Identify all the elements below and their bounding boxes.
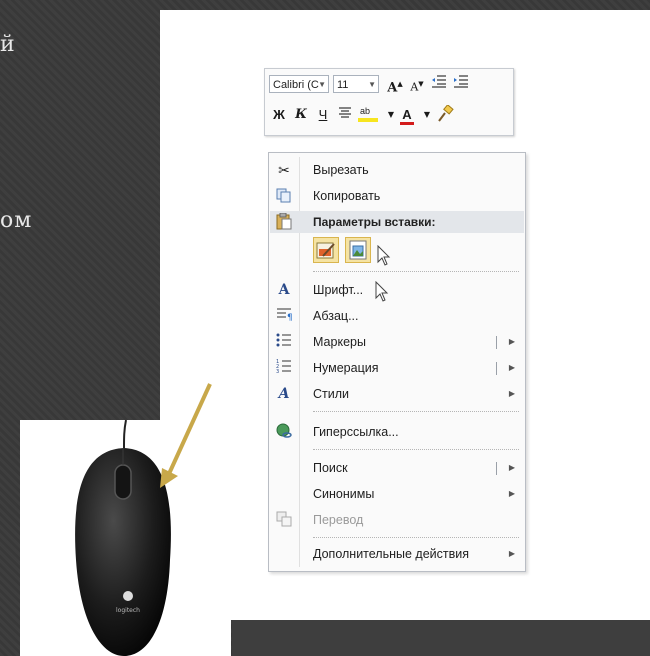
increase-indent-icon	[454, 75, 468, 88]
menu-separator	[313, 537, 519, 538]
font-color-letter: A	[402, 107, 412, 122]
split-divider	[496, 462, 497, 475]
menu-item-cut[interactable]: ✂ Вырезать	[269, 157, 525, 183]
scissors-icon: ✂	[278, 162, 290, 178]
grow-font-icon: A	[387, 80, 398, 96]
menu-item-synonyms[interactable]: Синонимы ▶	[269, 481, 525, 507]
menu-item-styles[interactable]: A Стили ▶	[269, 381, 525, 407]
menu-item-paragraph-label: Абзац...	[313, 309, 359, 323]
submenu-arrow-icon: ▶	[508, 463, 515, 472]
bold-button[interactable]: Ж	[269, 105, 289, 125]
menu-separator	[313, 449, 519, 450]
menu-item-hyperlink-label: Гиперссылка...	[313, 425, 399, 439]
menu-item-styles-label: Стили	[313, 387, 350, 401]
menu-item-font-label: Шрифт...	[313, 283, 364, 297]
highlight-button[interactable]: ab	[357, 105, 381, 125]
font-name-combo[interactable]: Calibri (С ▼	[269, 75, 329, 93]
menu-item-hyperlink[interactable]: Гиперссылка...	[269, 419, 525, 445]
slide-text-fragment-1: й	[0, 32, 16, 57]
align-center-icon	[339, 107, 351, 118]
format-painter-button[interactable]	[435, 104, 455, 125]
menu-item-bullets-label: Маркеры	[313, 335, 366, 349]
menu-item-copy-label: Копировать	[313, 189, 381, 203]
underline-button[interactable]: Ч	[313, 105, 333, 125]
paste-picture-button[interactable]	[345, 237, 371, 263]
menu-item-numbering[interactable]: 123 Нумерация ▶	[269, 355, 525, 381]
increase-indent-button[interactable]	[451, 74, 471, 94]
font-color-button[interactable]: A	[397, 105, 417, 125]
highlighter-icon	[358, 118, 378, 122]
font-color-dropdown-arrow[interactable]: ▼	[417, 105, 437, 125]
menu-item-synonyms-label: Синонимы	[313, 487, 375, 501]
format-painter-icon	[438, 104, 454, 122]
menu-item-search-label: Поиск	[313, 461, 348, 475]
paste-keep-formatting-icon	[316, 242, 335, 259]
chevron-down-icon: ▼	[368, 80, 376, 89]
submenu-arrow-icon: ▶	[508, 549, 515, 558]
menu-item-font[interactable]: A Шрифт...	[269, 277, 525, 303]
arrow-pointer-icon	[160, 383, 212, 488]
italic-button[interactable]: К	[291, 105, 311, 125]
split-divider	[496, 336, 497, 349]
font-name-value: Calibri (С	[273, 79, 319, 91]
menu-item-translate: Перевод	[269, 507, 525, 533]
submenu-arrow-icon: ▶	[508, 337, 515, 346]
menu-item-paragraph[interactable]: ¶ Абзац...	[269, 303, 525, 329]
numbering-icon: 123	[275, 359, 293, 377]
paste-picture-icon	[349, 240, 367, 260]
shrink-font-button[interactable]: A▼	[407, 74, 427, 94]
menu-item-numbering-label: Нумерация	[313, 361, 379, 375]
menu-item-additional-actions[interactable]: Дополнительные действия ▶	[269, 541, 525, 567]
paste-options-header: Параметры вставки:	[270, 211, 524, 233]
decrease-indent-icon	[432, 75, 446, 88]
paragraph-icon: ¶	[275, 307, 293, 325]
menu-item-bullets[interactable]: Маркеры ▶	[269, 329, 525, 355]
copy-icon	[275, 187, 293, 205]
styles-icon: A	[278, 386, 290, 402]
context-menu: ✂ Вырезать Копировать Параметры вставки:…	[268, 152, 526, 572]
translate-icon	[275, 511, 293, 529]
submenu-arrow-icon: ▶	[508, 363, 515, 372]
paste-options-label: Параметры вставки:	[313, 215, 436, 229]
menu-item-cut-label: Вырезать	[313, 163, 369, 177]
menu-separator	[313, 271, 519, 272]
menu-item-additional-actions-label: Дополнительные действия	[313, 547, 470, 561]
menu-item-search[interactable]: Поиск ▶	[269, 455, 525, 481]
menu-item-translate-label: Перевод	[313, 513, 364, 527]
hyperlink-globe-icon	[275, 423, 293, 441]
font-size-value: 11	[337, 79, 349, 91]
split-divider	[496, 362, 497, 375]
center-align-button[interactable]	[335, 105, 355, 125]
svg-text:3: 3	[276, 369, 279, 373]
submenu-arrow-icon: ▶	[508, 389, 515, 398]
chevron-down-icon: ▼	[318, 80, 326, 89]
bottom-dark-band	[232, 620, 650, 656]
font-size-combo[interactable]: 11 ▼	[333, 75, 379, 93]
font-a-icon: A	[278, 282, 290, 298]
submenu-arrow-icon: ▶	[508, 489, 515, 498]
menu-separator	[313, 411, 519, 412]
grow-font-button[interactable]: A▲	[385, 74, 405, 96]
slide-text-fragment-2: ом	[0, 208, 33, 233]
font-color-swatch-icon	[400, 122, 414, 125]
decrease-indent-button[interactable]	[429, 74, 449, 94]
bullets-icon	[275, 333, 293, 351]
paste-keep-source-formatting-button[interactable]	[313, 237, 339, 263]
mouse-cursor-icon	[375, 281, 389, 302]
svg-text:¶: ¶	[287, 313, 292, 321]
mouse-cursor-icon	[377, 245, 391, 266]
menu-item-copy[interactable]: Копировать	[269, 183, 525, 209]
mouse-brand-text: logitech	[116, 607, 140, 614]
mini-toolbar: Calibri (С ▼ 11 ▼ A▲ A▼ Ж К Ч ab ▼ A ▼	[264, 68, 514, 136]
paste-clipboard-icon	[275, 212, 292, 237]
